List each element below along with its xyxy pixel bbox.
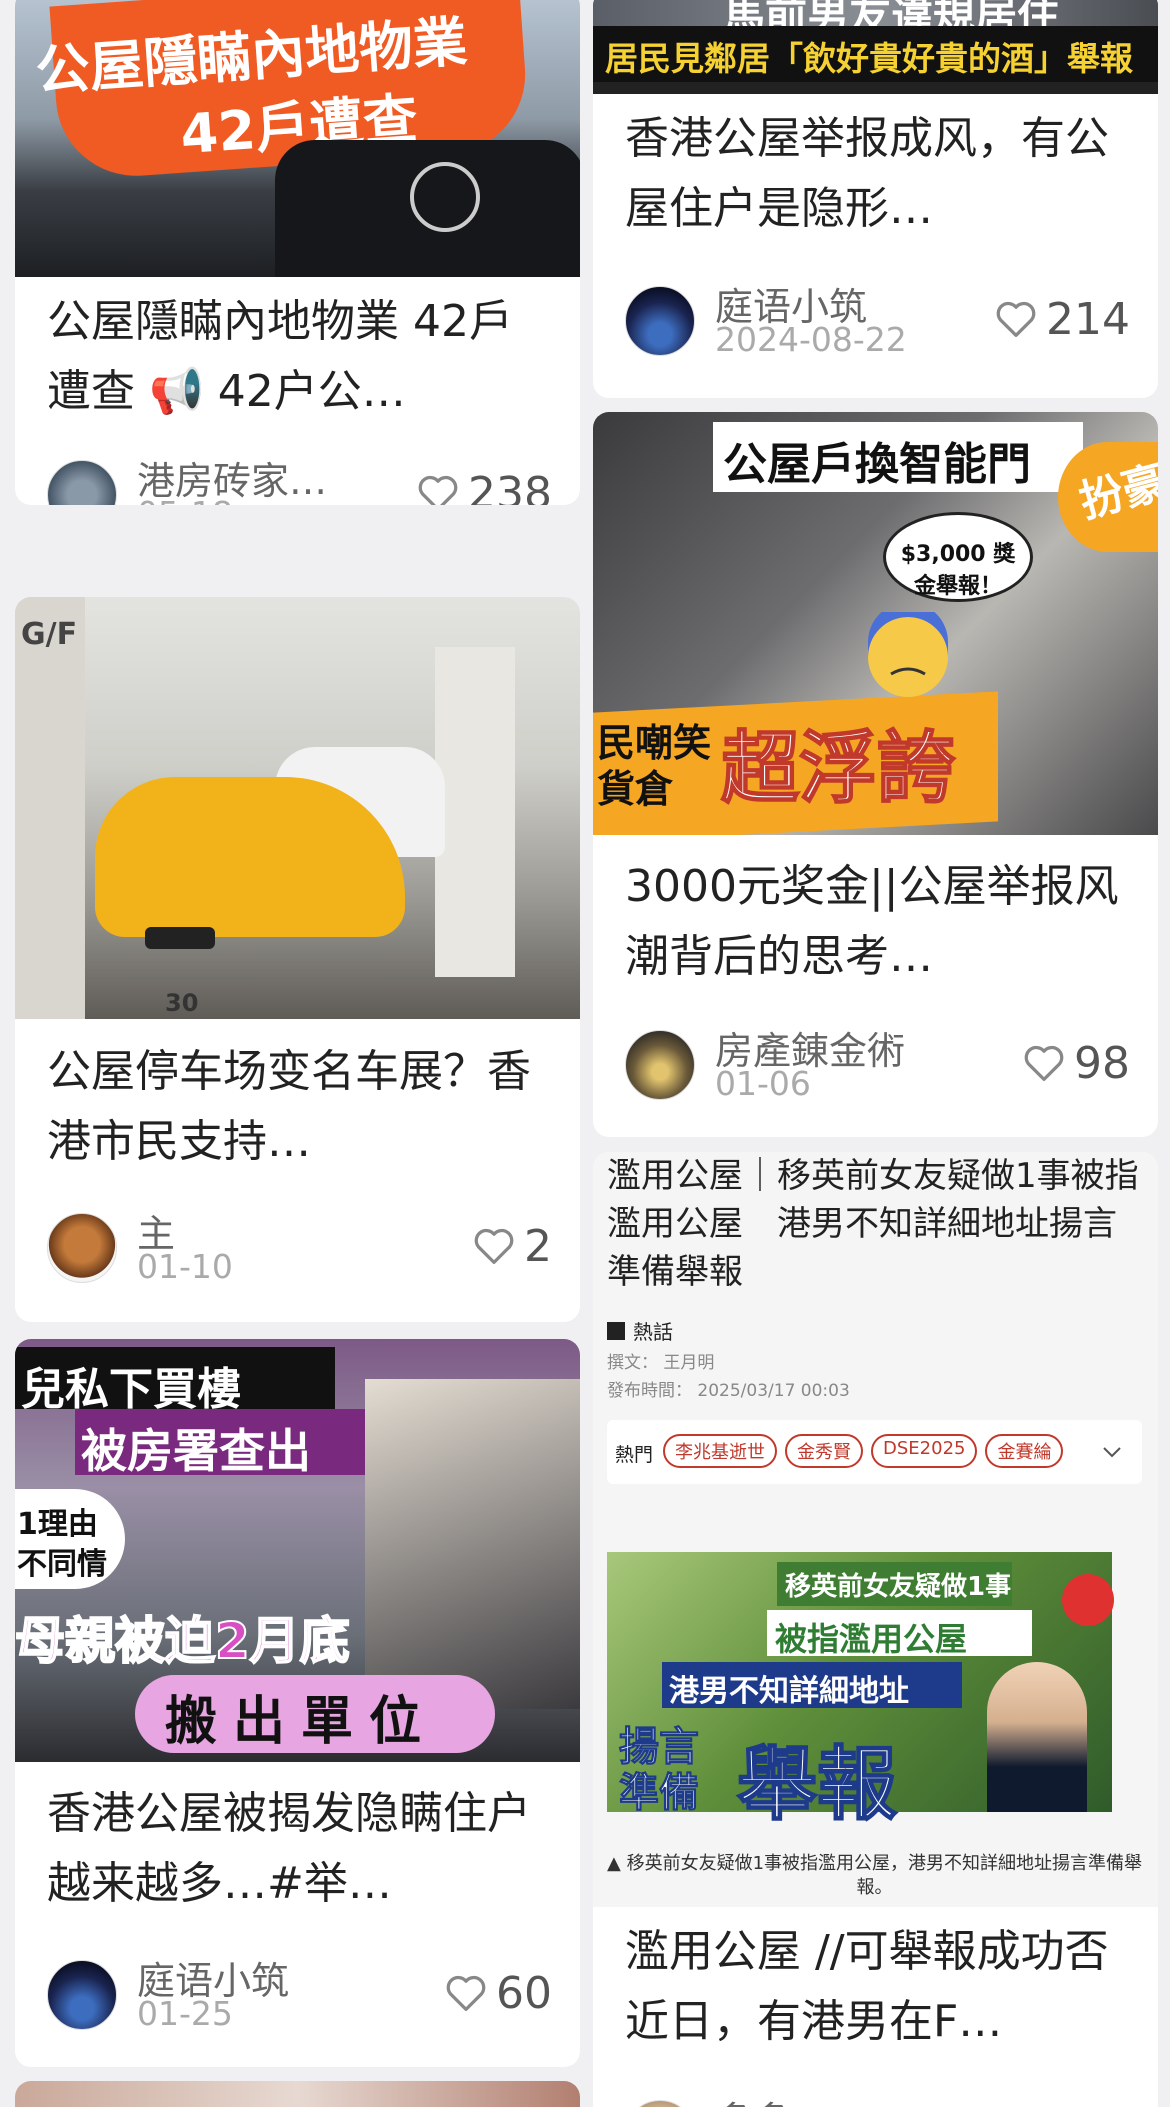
note-card[interactable]: 兒私下買樓 被房署查出 1理由 不同情 母親被迫2月底 搬出單位 香港公屋被揭发… — [15, 1339, 580, 2067]
article-image-caption: ▲ 移英前女友疑做1事被指濫用公屋，港男不知詳細地址揚言準備舉報。 — [607, 1853, 1143, 1898]
tag-chip[interactable]: DSE2025 — [871, 1434, 978, 1468]
pillar-shape — [15, 597, 85, 1019]
author-avatar[interactable] — [47, 1213, 117, 1283]
notes-feed: 公屋隱瞞內地物業 42戶遭查 公屋隱瞞內地物業 42戶遭查 📢 42户公… 港房… — [0, 0, 1170, 2107]
note-meta: 庭语小筑 2024-08-22 214 — [625, 280, 1130, 360]
note-card[interactable]: 公屋戶換智能門 扮豪 $3,000 獎金舉報！ 民嘲笑 貨倉 超浮誇 3000元… — [593, 412, 1158, 1137]
author-avatar[interactable] — [625, 1030, 695, 1100]
note-title: 香港公屋举报成风，有公屋住户是隐形… — [625, 113, 1109, 234]
like-count: 214 — [1046, 293, 1130, 345]
author-avatar[interactable] — [47, 1960, 117, 2030]
like-button[interactable]: 238 — [416, 468, 552, 505]
note-title: 公屋隱瞞內地物業 42戶遭查 📢 42户公… — [47, 296, 513, 417]
note-meta: 庭语小筑 01-25 60 — [47, 1954, 552, 2034]
cover-subheadline: 被房署查出 — [81, 1424, 311, 1478]
note-card[interactable]: 馬前男友違規居住 居民見鄰居「飲好貴好貴的酒」舉報 香港公屋举报成风，有公屋住户… — [593, 0, 1158, 398]
note-cover-image: 濫用公屋｜移英前女友疑做1事被指濫用公屋 港男不知詳細地址揚言準備舉報 熱話 撰… — [593, 1152, 1158, 1907]
like-count: 60 — [496, 1967, 552, 2019]
cover-headline: 公屋戶換智能門 — [723, 439, 1031, 490]
like-button[interactable]: 98 — [1022, 1037, 1130, 1089]
note-cover-image: 馬前男友違規居住 居民見鄰居「飲好貴好貴的酒」舉報 — [593, 0, 1158, 94]
cover-sign-text: G/F — [21, 617, 78, 652]
brand-badge — [1062, 1574, 1114, 1626]
tag-list: 李兆基逝世 金秀賢 DSE2025 金賽綸 — [663, 1434, 1064, 1468]
author-avatar[interactable] — [625, 286, 695, 356]
heart-icon — [446, 1975, 486, 2011]
note-meta: 港房砖家… 05-18 238 — [47, 454, 552, 505]
note-card[interactable] — [15, 2081, 580, 2107]
note-card[interactable]: G/F 30 公屋停车场变名车展？香港市民支持… 主 01-10 2 — [15, 597, 580, 1322]
author-avatar[interactable] — [625, 2100, 695, 2107]
note-meta: 多多 — [625, 2094, 1130, 2107]
article-image: 移英前女友疑做1事 被指濫用公屋 港男不知詳細地址 揚言 準備 舉報 — [607, 1552, 1114, 1832]
person-photo — [987, 1662, 1087, 1812]
article-source: 熱話 — [633, 1320, 673, 1344]
heart-icon — [996, 301, 1036, 337]
note-cover-image: G/F 30 — [15, 597, 580, 1019]
cover-headline: 兒私下買樓 — [21, 1364, 241, 1415]
article-published: 發布時間： 2025/03/17 00:03 — [607, 1381, 850, 1401]
like-button[interactable]: 214 — [994, 293, 1130, 345]
note-meta: 主 01-10 2 — [47, 1207, 552, 1287]
note-title: 香港公屋被揭发隐瞒住户越来越多…#举… — [47, 1788, 531, 1909]
heart-icon — [418, 475, 458, 505]
tag-bar-label: 熱門 — [615, 1444, 654, 1466]
like-count: 2 — [524, 1220, 552, 1272]
author-avatar[interactable] — [47, 460, 117, 505]
car-logo-shape — [410, 162, 480, 232]
note-date: 01-06 — [715, 1064, 811, 1103]
note-date: 2024-08-22 — [715, 320, 907, 359]
heart-icon — [474, 1228, 514, 1264]
bubble-text: 1理由 — [17, 1507, 98, 1542]
note-title: 3000元奖金||公屋举报风潮背后的思考… — [625, 861, 1119, 982]
car-shadow-shape — [145, 927, 215, 949]
bubble-text: $3,000 獎金舉報！ — [900, 542, 1016, 599]
note-cover-image — [15, 2081, 580, 2107]
bubble-text: 不同情 — [17, 1547, 107, 1582]
note-cover-image: 兒私下買樓 被房署查出 1理由 不同情 母親被迫2月底 搬出單位 — [15, 1339, 580, 1762]
article-byline: 撰文： 王月明 — [607, 1353, 715, 1373]
note-cover-image: 公屋隱瞞內地物業 42戶遭查 — [15, 0, 580, 277]
note-date: 05-18 — [137, 494, 233, 505]
note-meta: 房產錬金術 01-06 98 — [625, 1024, 1130, 1104]
author-name[interactable]: 多多 — [715, 2090, 791, 2107]
note-title: 濫用公屋 //可舉報成功否 近日，有港男在F… — [625, 1926, 1109, 2047]
note-card[interactable]: 濫用公屋｜移英前女友疑做1事被指濫用公屋 港男不知詳細地址揚言準備舉報 熱話 撰… — [593, 1152, 1158, 2107]
like-count: 98 — [1074, 1037, 1130, 1089]
cover-caption-2: 超浮誇 — [720, 723, 956, 815]
cover-caption: 貨倉 — [597, 767, 674, 811]
note-title: 公屋停车场变名车展？香港市民支持… — [47, 1046, 531, 1167]
tag-chip[interactable]: 金秀賢 — [785, 1434, 863, 1468]
worried-face-icon — [868, 612, 948, 697]
img-text: 準備 — [619, 1770, 700, 1817]
img-text: 被指濫用公屋 — [775, 1620, 968, 1658]
heart-icon — [1024, 1045, 1064, 1081]
cover-subheadline: 居民見鄰居「飲好貴好貴的酒」舉報 — [605, 39, 1133, 78]
article-headline: 濫用公屋｜移英前女友疑做1事被指濫用公屋 港男不知詳細地址揚言準備舉報 — [607, 1156, 1139, 1292]
like-button[interactable]: 60 — [444, 1967, 552, 2019]
img-text: 移英前女友疑做1事 — [785, 1572, 1012, 1602]
img-text: 港男不知詳細地址 — [669, 1674, 909, 1709]
cover-caption-2: 搬出單位 — [165, 1692, 438, 1752]
note-date: 01-25 — [137, 1994, 233, 2033]
source-icon — [607, 1322, 625, 1340]
img-text: 舉報 — [736, 1737, 898, 1832]
clutter-photo — [365, 1379, 580, 1709]
cover-caption: 母親被迫2月底 — [15, 1611, 351, 1671]
parking-number: 30 — [165, 989, 199, 1017]
tag-chip[interactable]: 李兆基逝世 — [663, 1434, 777, 1468]
note-card[interactable]: 公屋隱瞞內地物業 42戶遭查 公屋隱瞞內地物業 42戶遭查 📢 42户公… 港房… — [15, 0, 580, 505]
tag-chip[interactable]: 金賽綸 — [985, 1434, 1064, 1468]
note-date: 01-10 — [137, 1247, 233, 1286]
chevron-down-icon[interactable] — [1101, 1444, 1123, 1460]
like-count: 238 — [468, 467, 552, 506]
pillar-shape — [435, 647, 515, 977]
like-button[interactable]: 2 — [472, 1220, 552, 1272]
note-cover-image: 公屋戶換智能門 扮豪 $3,000 獎金舉報！ 民嘲笑 貨倉 超浮誇 — [593, 412, 1158, 835]
